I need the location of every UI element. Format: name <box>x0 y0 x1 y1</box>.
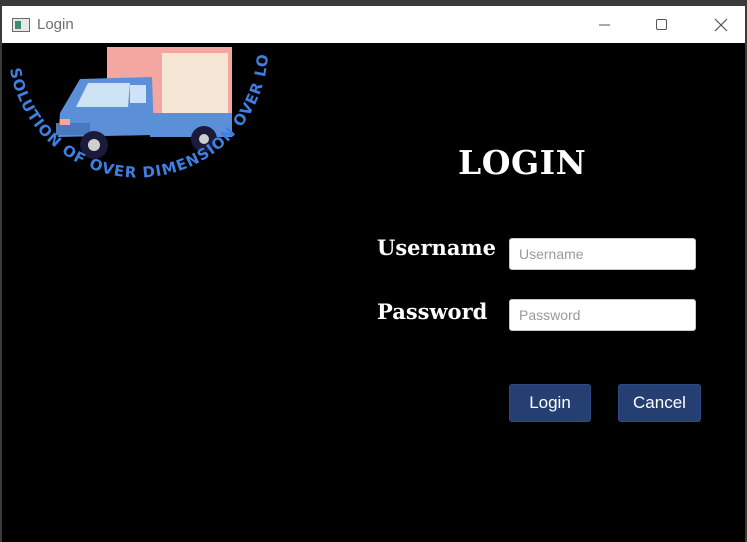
username-input[interactable] <box>509 238 696 270</box>
login-content: SOLUTION OF OVER DIMENSION OVER LOAD LOG… <box>2 43 745 542</box>
password-label: Password <box>377 299 488 324</box>
minimize-button[interactable] <box>582 6 628 43</box>
minimize-icon <box>599 24 610 25</box>
maximize-button[interactable] <box>639 6 685 43</box>
company-logo: SOLUTION OF OVER DIMENSION OVER LOAD <box>2 43 271 182</box>
cancel-button[interactable]: Cancel <box>618 384 701 422</box>
title-bar[interactable]: Login <box>2 6 745 43</box>
login-window: Login SOLUTION OF OVER DIMENSION OVER LO… <box>2 6 745 542</box>
login-button[interactable]: Login <box>509 384 591 422</box>
password-input[interactable] <box>509 299 696 331</box>
close-button[interactable] <box>698 6 744 43</box>
username-label: Username <box>377 235 497 260</box>
app-window-icon <box>12 17 30 32</box>
maximize-icon <box>656 18 667 30</box>
login-heading: LOGIN <box>458 143 587 182</box>
close-icon <box>714 18 728 31</box>
window-title: Login <box>37 16 74 33</box>
